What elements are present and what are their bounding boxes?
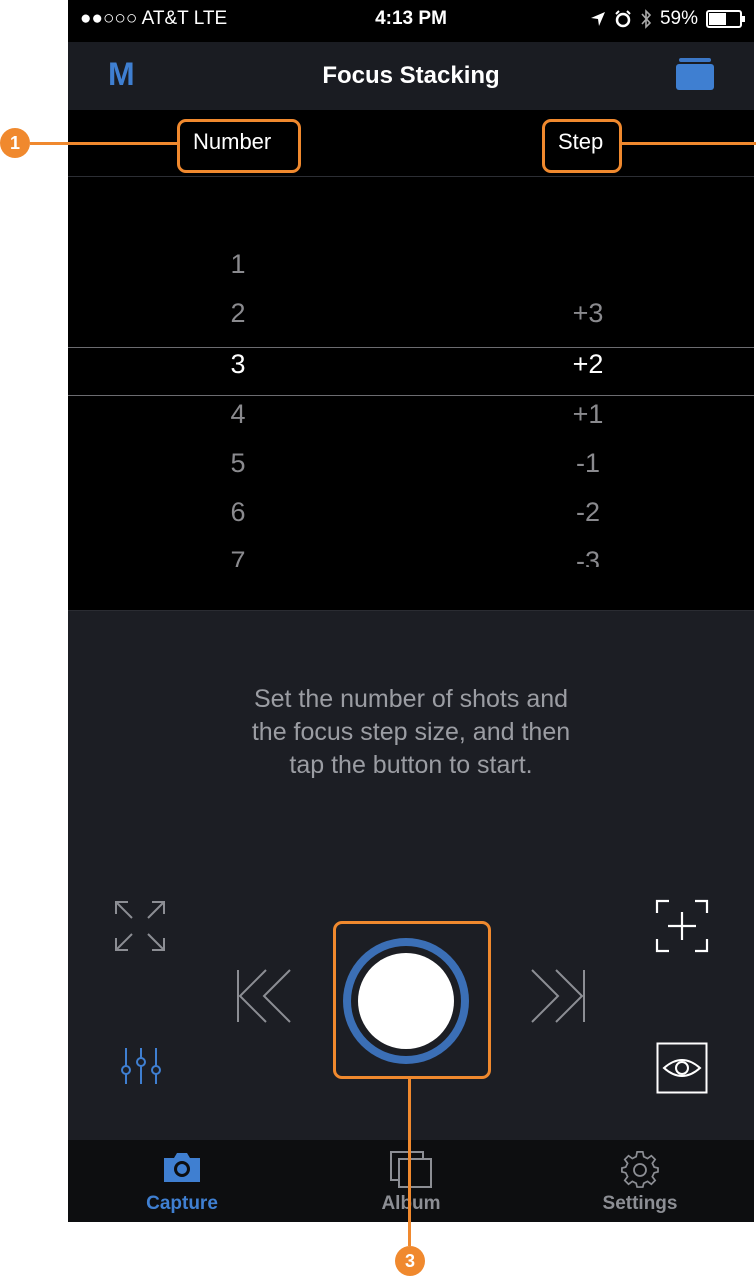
rewind-icon[interactable] — [234, 966, 294, 1026]
picker-row[interactable]: 2 +3 — [68, 298, 754, 347]
tab-settings[interactable]: Settings — [526, 1140, 754, 1222]
instructions-text: Set the number of shots and the focus st… — [68, 683, 754, 782]
picker-number: 2 — [230, 298, 246, 328]
picker-step: +3 — [572, 298, 604, 328]
instructions-line: tap the button to start. — [289, 751, 533, 779]
picker-step: +2 — [572, 349, 604, 379]
tab-label: Capture — [146, 1193, 218, 1214]
annotation-box-number — [177, 119, 301, 173]
picker-number: 6 — [230, 497, 246, 527]
picker-fade — [68, 567, 754, 610]
fast-forward-icon[interactable] — [528, 966, 588, 1026]
annotation-line-3 — [408, 1076, 411, 1246]
picker-row[interactable]: 4 +1 — [68, 399, 754, 448]
tab-capture[interactable]: Capture — [68, 1140, 296, 1222]
location-arrow-icon — [590, 12, 605, 26]
bluetooth-icon — [641, 9, 652, 29]
expand-icon[interactable] — [112, 898, 168, 954]
picker-row[interactable]: 5 -1 — [68, 448, 754, 497]
battery-icon — [706, 10, 745, 28]
annotation-badge-1: 1 — [0, 128, 30, 158]
tab-bar: Capture Album Settings — [68, 1140, 754, 1222]
picker-selection-line-bottom — [68, 395, 754, 396]
focus-add-icon[interactable] — [654, 898, 710, 954]
instructions-line: the focus step size, and then — [251, 718, 571, 746]
status-bar: ●●○○○ AT&T LTE 4:13 PM 59% — [68, 0, 754, 42]
instructions-line: Set the number of shots and — [253, 685, 569, 713]
picker-step: -2 — [575, 497, 600, 527]
picker-row-selected[interactable]: 3 +2 — [68, 349, 754, 398]
picker-step: -1 — [575, 448, 600, 478]
picker-number: 4 — [230, 399, 246, 429]
battery-percent: 59% — [659, 8, 698, 29]
annotation-box-step — [542, 119, 622, 173]
instructions-panel: Set the number of shots and the focus st… — [68, 610, 754, 857]
picker-selection-line-top — [68, 347, 754, 348]
annotation-line-step — [619, 142, 756, 145]
album-icon[interactable] — [676, 58, 714, 90]
annotation-line-1 — [30, 142, 180, 145]
camera-icon — [164, 1153, 200, 1182]
picker-row[interactable]: 6 -2 — [68, 497, 754, 546]
gear-icon — [621, 1151, 659, 1188]
picker-number: 5 — [230, 448, 246, 478]
tab-label: Album — [297, 1193, 525, 1215]
status-right: 59% — [590, 8, 745, 30]
annotation-box-shutter — [333, 921, 491, 1079]
picker-step: +1 — [572, 399, 604, 429]
sliders-icon[interactable] — [116, 1046, 166, 1086]
alarm-icon — [615, 10, 631, 28]
tab-album[interactable]: Album — [297, 1140, 525, 1222]
album-stack-icon — [390, 1151, 432, 1188]
page-title: Focus Stacking — [322, 62, 500, 89]
picker-number: 3 — [230, 349, 246, 379]
shots-step-picker[interactable]: 1 2 +3 3 +2 4 +1 5 -1 6 -2 7 -3 — [68, 177, 754, 610]
annotation-badge-3: 3 — [395, 1246, 425, 1276]
eye-icon[interactable] — [656, 1042, 708, 1094]
picker-number: 1 — [230, 249, 246, 279]
tab-label: Settings — [602, 1193, 678, 1214]
nav-bar: M Focus Stacking — [68, 42, 754, 110]
picker-row[interactable]: 1 — [68, 249, 754, 298]
